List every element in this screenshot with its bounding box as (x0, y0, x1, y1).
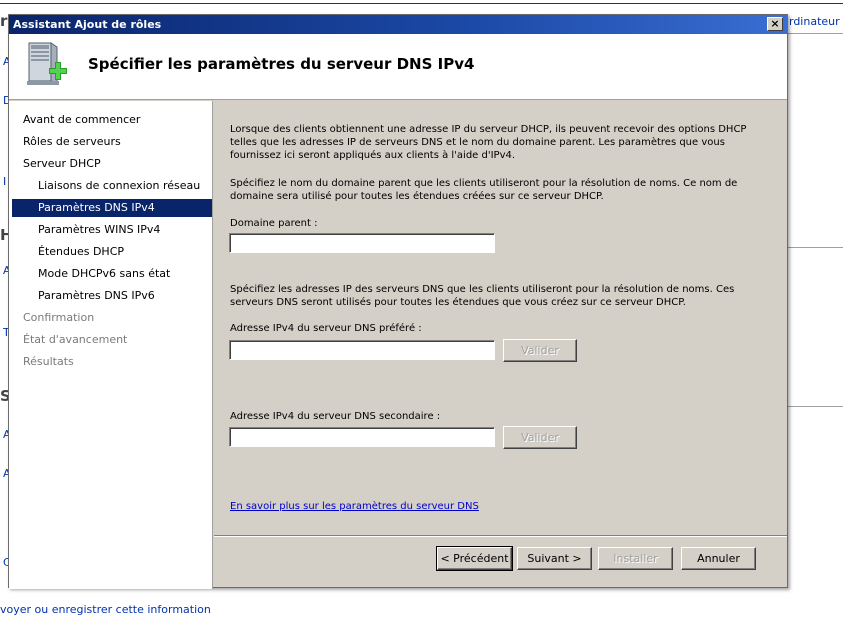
close-button[interactable]: × (767, 17, 783, 31)
preferred-dns-input[interactable] (229, 340, 495, 360)
step-dhcpv6-stateless-mode[interactable]: Mode DHCPv6 sans état (12, 265, 212, 283)
wizard-content: Lorsque des clients obtiennent une adres… (214, 101, 787, 535)
next-button[interactable]: Suivant > (517, 547, 592, 570)
add-roles-wizard-dialog: Assistant Ajout de rôles × Spécifier les… (8, 14, 788, 589)
dns-instruction-text: Spécifiez les adresses IP des serveurs D… (230, 284, 735, 308)
step-confirmation: Confirmation (23, 311, 95, 324)
step-ipv6-dns-settings[interactable]: Paramètres DNS IPv6 (12, 287, 212, 305)
step-results: Résultats (23, 355, 74, 368)
wizard-header: Spécifier les paramètres du serveur DNS … (9, 34, 787, 100)
wizard-steps: Avant de commencer Rôles de serveurs Ser… (9, 101, 213, 589)
server-add-icon (27, 42, 67, 85)
footer-divider (214, 535, 787, 537)
parent-domain-input[interactable] (229, 233, 495, 253)
parent-domain-label: Domaine parent : (230, 218, 318, 229)
preferred-dns-label: Adresse IPv4 du serveur DNS préféré : (230, 323, 422, 334)
window-title: Assistant Ajout de rôles (13, 18, 162, 31)
page-title: Spécifier les paramètres du serveur DNS … (88, 55, 475, 73)
domain-instruction-text: Spécifiez le nom du domaine parent que l… (230, 178, 738, 202)
background-divider (788, 406, 843, 407)
background-divider (0, 3, 843, 4)
cancel-button[interactable]: Annuler (681, 547, 756, 570)
step-server-roles[interactable]: Rôles de serveurs (12, 133, 212, 151)
step-ipv4-wins-settings[interactable]: Paramètres WINS IPv4 (12, 221, 212, 239)
install-button[interactable]: Installer (598, 547, 673, 570)
background-link[interactable]: rdinateur (789, 15, 840, 28)
secondary-dns-label: Adresse IPv4 du serveur DNS secondaire : (230, 411, 441, 422)
validate-preferred-button[interactable]: Valider (503, 339, 577, 362)
intro-text: Lorsque des clients obtiennent une adres… (230, 124, 747, 161)
dns-help-link[interactable]: En savoir plus sur les paramètres du ser… (230, 501, 479, 512)
secondary-dns-input[interactable] (229, 427, 495, 447)
background-link[interactable]: voyer ou enregistrer cette information (0, 603, 211, 616)
background-text: I (3, 175, 7, 188)
step-dhcp-server[interactable]: Serveur DHCP (12, 155, 212, 173)
step-progress: État d'avancement (23, 333, 128, 346)
validate-secondary-button[interactable]: Valider (503, 426, 577, 449)
previous-button[interactable]: < Précédent (436, 546, 513, 571)
step-dhcp-scopes[interactable]: Étendues DHCP (12, 243, 212, 261)
step-before-you-begin[interactable]: Avant de commencer (12, 111, 212, 129)
background-text: r (0, 12, 8, 30)
title-bar[interactable]: Assistant Ajout de rôles × (9, 15, 787, 34)
background-divider (788, 33, 843, 34)
step-ipv4-dns-settings[interactable]: Paramètres DNS IPv4 (12, 199, 212, 217)
background-divider (788, 247, 843, 248)
step-network-bindings[interactable]: Liaisons de connexion réseau (12, 177, 212, 195)
